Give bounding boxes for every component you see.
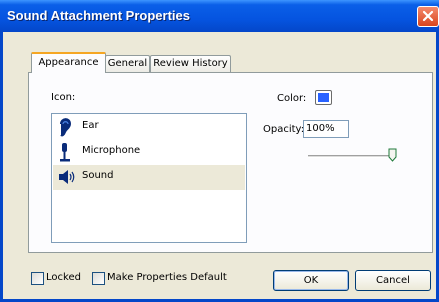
color-picker-button[interactable] [315,90,332,105]
icon-label: Icon: [51,92,76,103]
ok-button[interactable]: OK [273,270,349,291]
opacity-slider[interactable] [308,155,396,158]
window-title: Sound Attachment Properties [7,8,190,23]
make-default-checkbox[interactable] [92,272,105,285]
tab-general[interactable]: General [105,55,150,72]
properties-dialog: Sound Attachment Properties Appearance G… [0,0,439,302]
locked-label: Locked [46,272,81,283]
speaker-icon [59,170,75,184]
cancel-button[interactable]: Cancel [355,270,431,291]
close-icon [422,10,434,22]
make-default-label: Make Properties Default [107,272,227,283]
icon-listbox[interactable]: Ear Microphone Sound [51,113,247,243]
tab-appearance-label: Appearance [38,57,99,68]
list-item-microphone-label: Microphone [82,145,141,156]
window-frame-left [0,32,3,302]
opacity-input[interactable]: 100% [303,120,349,138]
list-item-ear[interactable]: Ear [53,115,245,140]
microphone-icon [60,143,70,162]
list-item-ear-label: Ear [82,120,99,131]
tab-review-history[interactable]: Review History [150,55,231,72]
cancel-button-label: Cancel [376,275,410,286]
tab-appearance[interactable]: Appearance [31,52,106,73]
list-item-sound-label: Sound [82,170,114,181]
ear-icon [60,118,72,137]
opacity-slider-thumb[interactable] [388,148,397,162]
list-item-microphone[interactable]: Microphone [53,140,245,165]
close-button[interactable] [417,6,439,27]
tab-review-history-label: Review History [153,58,228,69]
title-bar[interactable]: Sound Attachment Properties [0,0,439,32]
locked-checkbox[interactable] [31,272,44,285]
list-item-sound[interactable]: Sound [53,165,245,190]
opacity-label: Opacity: [263,124,305,135]
tab-general-label: General [107,58,148,69]
ok-button-label: OK [303,275,319,286]
color-swatch-fill [318,93,329,102]
color-label: Color: [277,93,307,104]
